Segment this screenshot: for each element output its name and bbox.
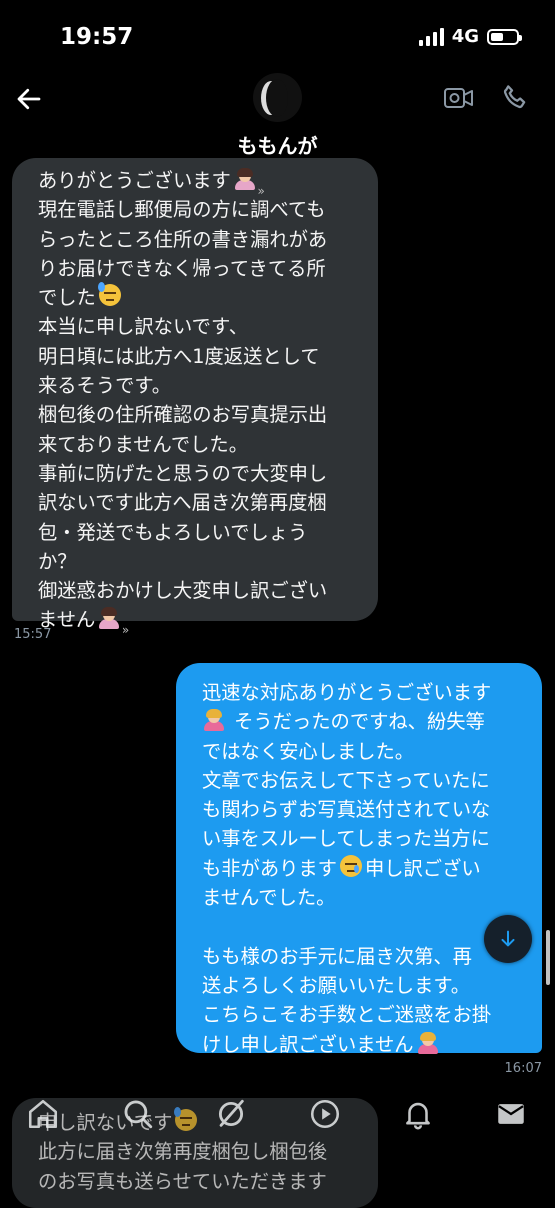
person-bowing-emoji-icon: » (233, 168, 265, 198)
battery-icon (487, 28, 522, 45)
message-line: 梱包後の住所確認のお写真提示出 (38, 403, 328, 427)
video-play-icon[interactable] (308, 1097, 342, 1131)
message-line: も非があります 申し訳ござい (202, 854, 481, 880)
message-line: らったところ住所の書き漏れがあ (38, 227, 328, 251)
message-line: こちらこそお手数とご迷惑をお掛 (202, 1003, 492, 1027)
message-line: りお届けできなく帰ってきてる所 (38, 256, 326, 280)
person-bowing-emoji-icon (416, 1031, 440, 1055)
avatar[interactable] (253, 73, 302, 122)
bell-icon[interactable] (401, 1097, 435, 1131)
video-camera-icon[interactable] (443, 84, 475, 112)
message-line: 送よろしくお願いいたします。 (202, 973, 471, 997)
message-line: 来ておりませんでした。 (38, 432, 248, 456)
scroll-to-bottom-button[interactable] (484, 915, 532, 963)
bottom-tab-bar (0, 1083, 555, 1200)
message-line: 本当に申し訳ないです、 (38, 315, 248, 339)
message-line: 包・発送でもよろしいでしょう (38, 520, 308, 544)
network-type: 4G (451, 26, 479, 47)
message-line: か？ (38, 549, 77, 573)
person-bowing-emoji-icon: » (97, 607, 129, 637)
message-line: 来るそうです。 (38, 374, 172, 398)
received-message-bubble[interactable]: ありがとうございます» 現在電話し郵便局の方に調べても らったところ住所の書き漏… (12, 158, 378, 637)
phone-icon[interactable] (500, 82, 530, 112)
sent-message-bubble[interactable]: 迅速な対応ありがとうございます そうだったのですね、紛失等 ではなく安心しました… (176, 663, 542, 1056)
message-timestamp: 16:07 (504, 1061, 542, 1076)
search-icon[interactable] (121, 1097, 155, 1131)
message-line: ませんでした。 (202, 886, 336, 910)
message-timestamp: 15:57 (14, 627, 52, 642)
person-bowing-emoji-icon (202, 709, 226, 732)
message-line: ではなく安心しました。 (202, 739, 415, 763)
arrow-down-icon (501, 930, 515, 947)
message-line: 迅速な対応ありがとうございます (202, 681, 492, 704)
status-indicators: 4G (418, 26, 522, 47)
message-line: 御迷惑おかけし大変申し訳ござい (38, 579, 328, 603)
arrow-left-icon[interactable] (14, 84, 44, 114)
message-line: 文章でお伝えして下さっていたに (202, 768, 490, 792)
signal-icon (418, 27, 444, 46)
message-line: でした (38, 282, 368, 312)
message-line: けし申し訳ございません (202, 1030, 534, 1059)
message-line: も関わらずお写真送付されていな (202, 798, 491, 822)
message-line: 事前に防げたと思うので大変申し (38, 461, 328, 485)
status-bar: 19:57 4G (0, 0, 555, 70)
mail-icon[interactable] (494, 1097, 528, 1131)
sweat-face-emoji-icon (97, 282, 122, 308)
message-line: 訳ないです此方へ届き次第再度梱 (38, 491, 327, 515)
message-line: い事をスルーしてしまった当方に (202, 827, 490, 851)
message-line: 現在電話し郵便局の方に調べても (38, 198, 326, 222)
home-icon[interactable] (26, 1097, 60, 1131)
message-line: ありがとうございます» (38, 168, 265, 198)
scrollbar[interactable] (546, 930, 550, 985)
message-line: ません» (38, 607, 130, 638)
grok-icon[interactable] (214, 1097, 248, 1131)
contact-name[interactable]: ももんが (0, 130, 555, 159)
conversation-header: ももんが (0, 70, 555, 165)
crying-face-emoji-icon (339, 854, 363, 879)
message-line: 明日頃には此方へ1度返送として (38, 344, 320, 368)
status-time: 19:57 (60, 24, 134, 50)
message-line: そうだったのですね、紛失等 (202, 707, 534, 736)
